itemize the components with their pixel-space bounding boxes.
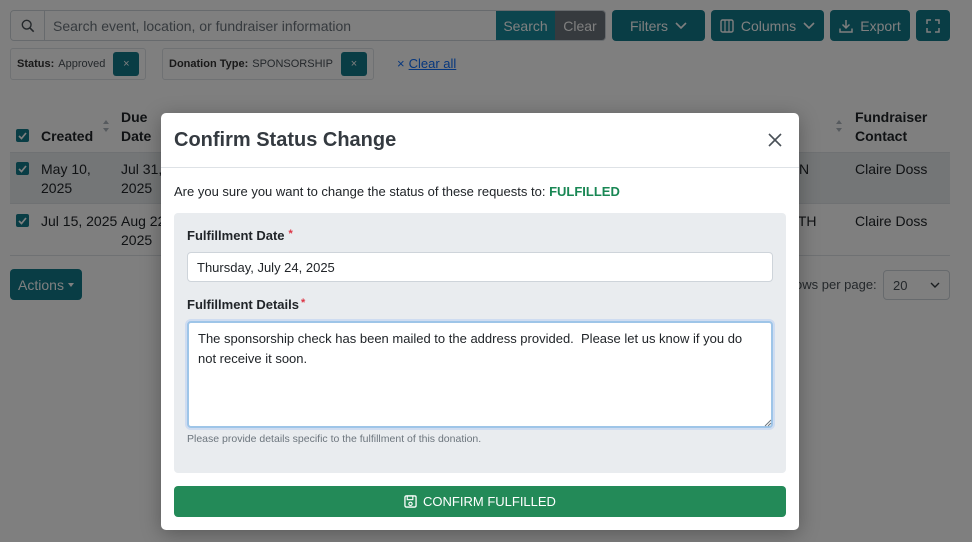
modal-header: Confirm Status Change: [161, 113, 799, 168]
required-marker: *: [300, 297, 306, 309]
save-icon: [404, 495, 417, 508]
new-status: FULFILLED: [549, 184, 620, 199]
confirm-label: CONFIRM FULFILLED: [423, 494, 556, 509]
resize-grip-icon[interactable]: [764, 419, 772, 427]
fulfillment-date-value: Thursday, July 24, 2025: [197, 259, 335, 275]
fulfillment-details-help: Please provide details specific to the f…: [187, 433, 482, 445]
fulfillment-date-input[interactable]: Thursday, July 24, 2025: [187, 252, 773, 282]
fulfillment-details-textarea[interactable]: The sponsorship check has been mailed to…: [187, 321, 773, 428]
confirm-question: Are you sure you want to change the stat…: [174, 184, 620, 199]
fulfillment-date-label: Fulfillment Date *: [187, 228, 293, 243]
fulfillment-details-label: Fulfillment Details *: [187, 297, 306, 312]
confirm-status-modal: Confirm Status Change Are you sure you w…: [161, 113, 799, 530]
fulfillment-form-panel: Fulfillment Date * Thursday, July 24, 202…: [174, 213, 786, 473]
required-marker: *: [288, 228, 293, 240]
close-icon: [768, 133, 782, 147]
modal-title: Confirm Status Change: [174, 128, 397, 151]
confirm-fulfilled-button[interactable]: CONFIRM FULFILLED: [174, 486, 786, 517]
close-modal-button[interactable]: [764, 129, 786, 151]
